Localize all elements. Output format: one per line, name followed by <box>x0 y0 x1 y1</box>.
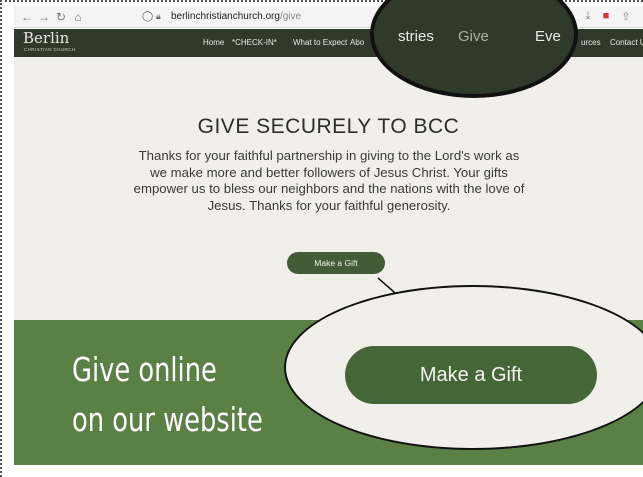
zoom-nav-give[interactable]: Give <box>458 28 489 45</box>
screenshot-frame: ← → ↻ ⌂ ◯ 🔒︎ berlinchristianchurch.org/g… <box>0 0 643 477</box>
zoom-nav-events[interactable]: Eve <box>535 28 561 45</box>
make-a-gift-button-zoomed[interactable]: Make a Gift <box>345 346 597 404</box>
zoom-nav-ministries[interactable]: stries <box>398 28 434 45</box>
